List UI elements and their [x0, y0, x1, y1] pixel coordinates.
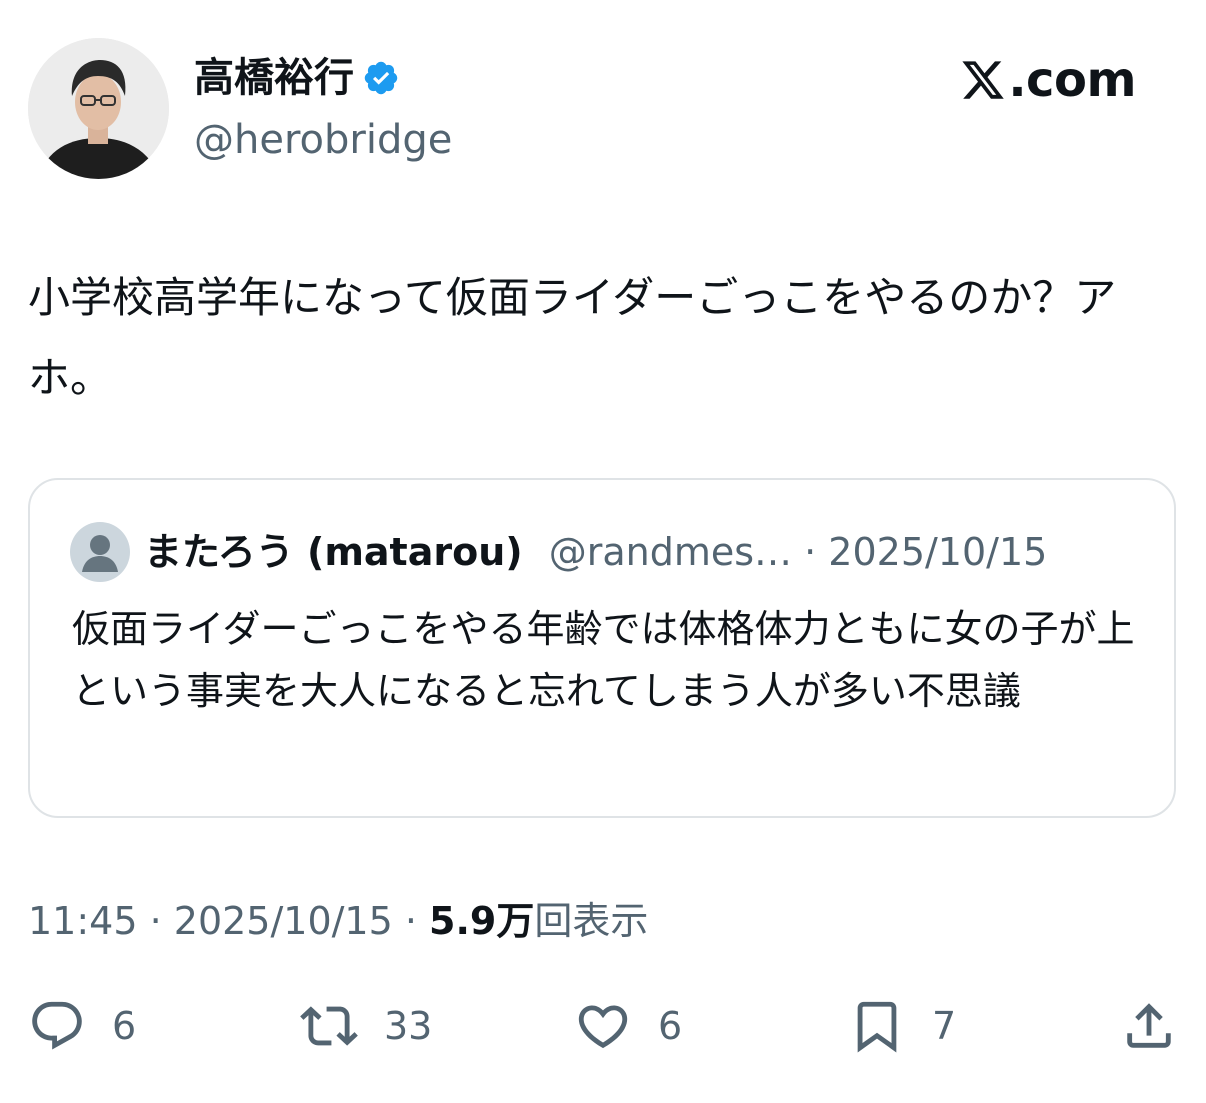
- quoted-date: 2025/10/15: [828, 530, 1048, 574]
- quoted-tweet-text: 仮面ライダーごっこをやる年齢では体格体力ともに女の子が上という事実を大人になると…: [72, 607, 1135, 713]
- quoted-tweet-header: またろう (matarou) @randmes… · 2025/10/15: [144, 526, 1047, 578]
- author-avatar[interactable]: [28, 38, 169, 179]
- quoted-tweet-card[interactable]: またろう (matarou) @randmes… · 2025/10/15 仮面…: [28, 478, 1176, 818]
- share-button[interactable]: [1120, 994, 1178, 1058]
- heart-icon: [578, 1005, 628, 1049]
- author-name[interactable]: 高橋裕行: [194, 52, 354, 104]
- tweet-text: 小学校高学年になって仮面ライダーごっこをやるのか？アホ。: [28, 273, 1117, 402]
- bookmark-count: 7: [932, 1004, 957, 1048]
- meta-separator: ·: [392, 899, 430, 943]
- quoted-author-handle: @randmes…: [548, 530, 793, 574]
- retweet-button[interactable]: 33: [300, 994, 432, 1058]
- views-count: 5.9万: [429, 899, 535, 943]
- retweet-icon: [300, 1006, 358, 1046]
- brand-text: .com: [1008, 52, 1136, 108]
- reply-icon: [32, 1001, 82, 1050]
- meta-separator: ·: [137, 899, 174, 943]
- x-logo-icon: [962, 61, 1005, 99]
- reply-count: 6: [112, 1004, 137, 1048]
- action-bar: 6 33 6 7: [0, 994, 1206, 1058]
- author-name-row[interactable]: 高橋裕行: [194, 52, 400, 104]
- tweet-date[interactable]: 2025/10/15: [174, 899, 393, 943]
- like-count: 6: [658, 1004, 683, 1048]
- tweet-meta: 11:45 · 2025/10/15 · 5.9万回表示: [28, 893, 648, 949]
- profile-photo: [28, 38, 169, 179]
- views-label: 回表示: [534, 899, 649, 943]
- like-button[interactable]: 6: [574, 994, 682, 1058]
- bookmark-icon: [857, 1001, 897, 1053]
- bookmark-button[interactable]: 7: [848, 994, 956, 1058]
- author-handle[interactable]: @herobridge: [194, 114, 452, 166]
- quoted-author-name: またろう (matarou): [144, 530, 523, 574]
- default-avatar-icon: [70, 522, 130, 582]
- share-icon: [1127, 1003, 1171, 1048]
- reply-button[interactable]: 6: [28, 994, 136, 1058]
- retweet-count: 33: [384, 1004, 433, 1048]
- brand-logo: .com: [960, 50, 1136, 110]
- verified-badge-icon: [364, 61, 398, 95]
- tweet-time[interactable]: 11:45: [28, 899, 138, 943]
- quoted-separator: ·: [792, 530, 829, 574]
